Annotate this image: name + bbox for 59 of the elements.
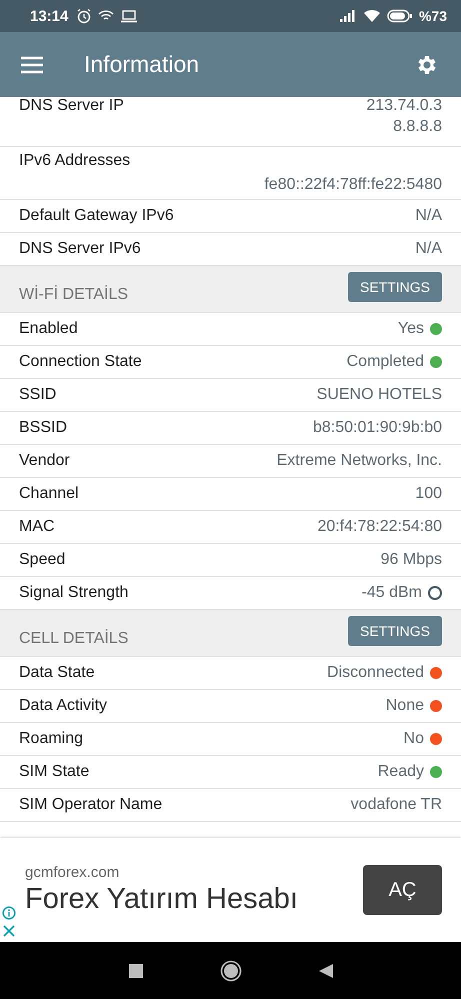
row-label: Signal Strength — [19, 584, 128, 602]
row-value: 100 — [415, 485, 442, 503]
row-value: Completed — [346, 353, 424, 371]
recents-button[interactable] — [128, 962, 144, 978]
row-value: SUENO HOTELS — [316, 386, 442, 404]
row-value: N/A — [415, 240, 442, 258]
signal-icon — [338, 9, 357, 23]
ad-headline: Forex Yatırım Hesabı — [25, 883, 299, 916]
row-label: Data State — [19, 664, 95, 682]
row-label: MAC — [19, 518, 55, 536]
row-value: 96 Mbps — [380, 551, 442, 569]
row-value: 213.74.0.3 — [366, 97, 442, 115]
row-value: -45 dBm — [362, 584, 422, 602]
row-label: DNS Server IP — [19, 97, 124, 115]
row-value: None — [386, 697, 424, 715]
section-title: CELL DETAİLS — [19, 628, 128, 648]
settings-button[interactable]: SETTINGS — [348, 272, 442, 302]
row-value: vodafone TR — [350, 796, 442, 814]
row-label: Connection State — [19, 353, 142, 371]
row-value: N/A — [415, 207, 442, 225]
row-label: SSID — [19, 386, 56, 404]
row-label: Speed — [19, 551, 66, 569]
row-label: Channel — [19, 485, 79, 503]
clock-time: 13:14 — [30, 8, 68, 24]
row-label: Default Gateway IPv6 — [19, 207, 174, 225]
ad-domain: gcmforex.com — [25, 864, 120, 881]
menu-icon — [20, 54, 44, 74]
laptop-icon — [120, 9, 138, 23]
alarm-clock-icon — [76, 8, 92, 24]
row-value: b8:50:01:90:9b:b0 — [312, 419, 442, 437]
wifi-icon — [362, 9, 381, 23]
screen-title: Information — [83, 51, 200, 78]
status-ring — [428, 586, 442, 600]
row-label: BSSID — [19, 419, 68, 437]
row-label: Enabled — [19, 320, 78, 338]
settings-button[interactable]: SETTINGS — [348, 616, 442, 646]
row-label: IPv6 Addresses — [19, 152, 132, 170]
row-label: SIM State — [19, 763, 90, 781]
row-value: Yes — [398, 320, 424, 338]
row-label: Roaming — [19, 730, 84, 748]
row-label: Vendor — [19, 452, 70, 470]
row-label: SIM Operator Name — [19, 796, 162, 814]
info-icon[interactable] — [2, 906, 16, 920]
row-value: Ready — [378, 763, 424, 781]
home-button[interactable] — [220, 960, 242, 982]
row-label: DNS Server IPv6 — [19, 240, 141, 258]
back-button[interactable] — [318, 962, 334, 978]
close-icon[interactable] — [2, 924, 16, 938]
battery-percent: %73 — [418, 8, 447, 24]
section-title: Wİ-Fİ DETAİLS — [19, 284, 128, 304]
row-value: 20:f4:78:22:54:80 — [317, 518, 442, 536]
row-value: No — [404, 730, 424, 748]
row-value: fe80::22f4:78ff:fe22:5480 — [264, 176, 442, 194]
row-value: 8.8.8.8 — [393, 118, 442, 136]
row-value: Extreme Networks, Inc. — [276, 452, 442, 470]
row-label: Data Activity — [19, 697, 108, 715]
open-button[interactable]: AÇ — [363, 865, 442, 915]
row-value: Disconnected — [327, 664, 424, 682]
battery-icon — [386, 9, 413, 23]
